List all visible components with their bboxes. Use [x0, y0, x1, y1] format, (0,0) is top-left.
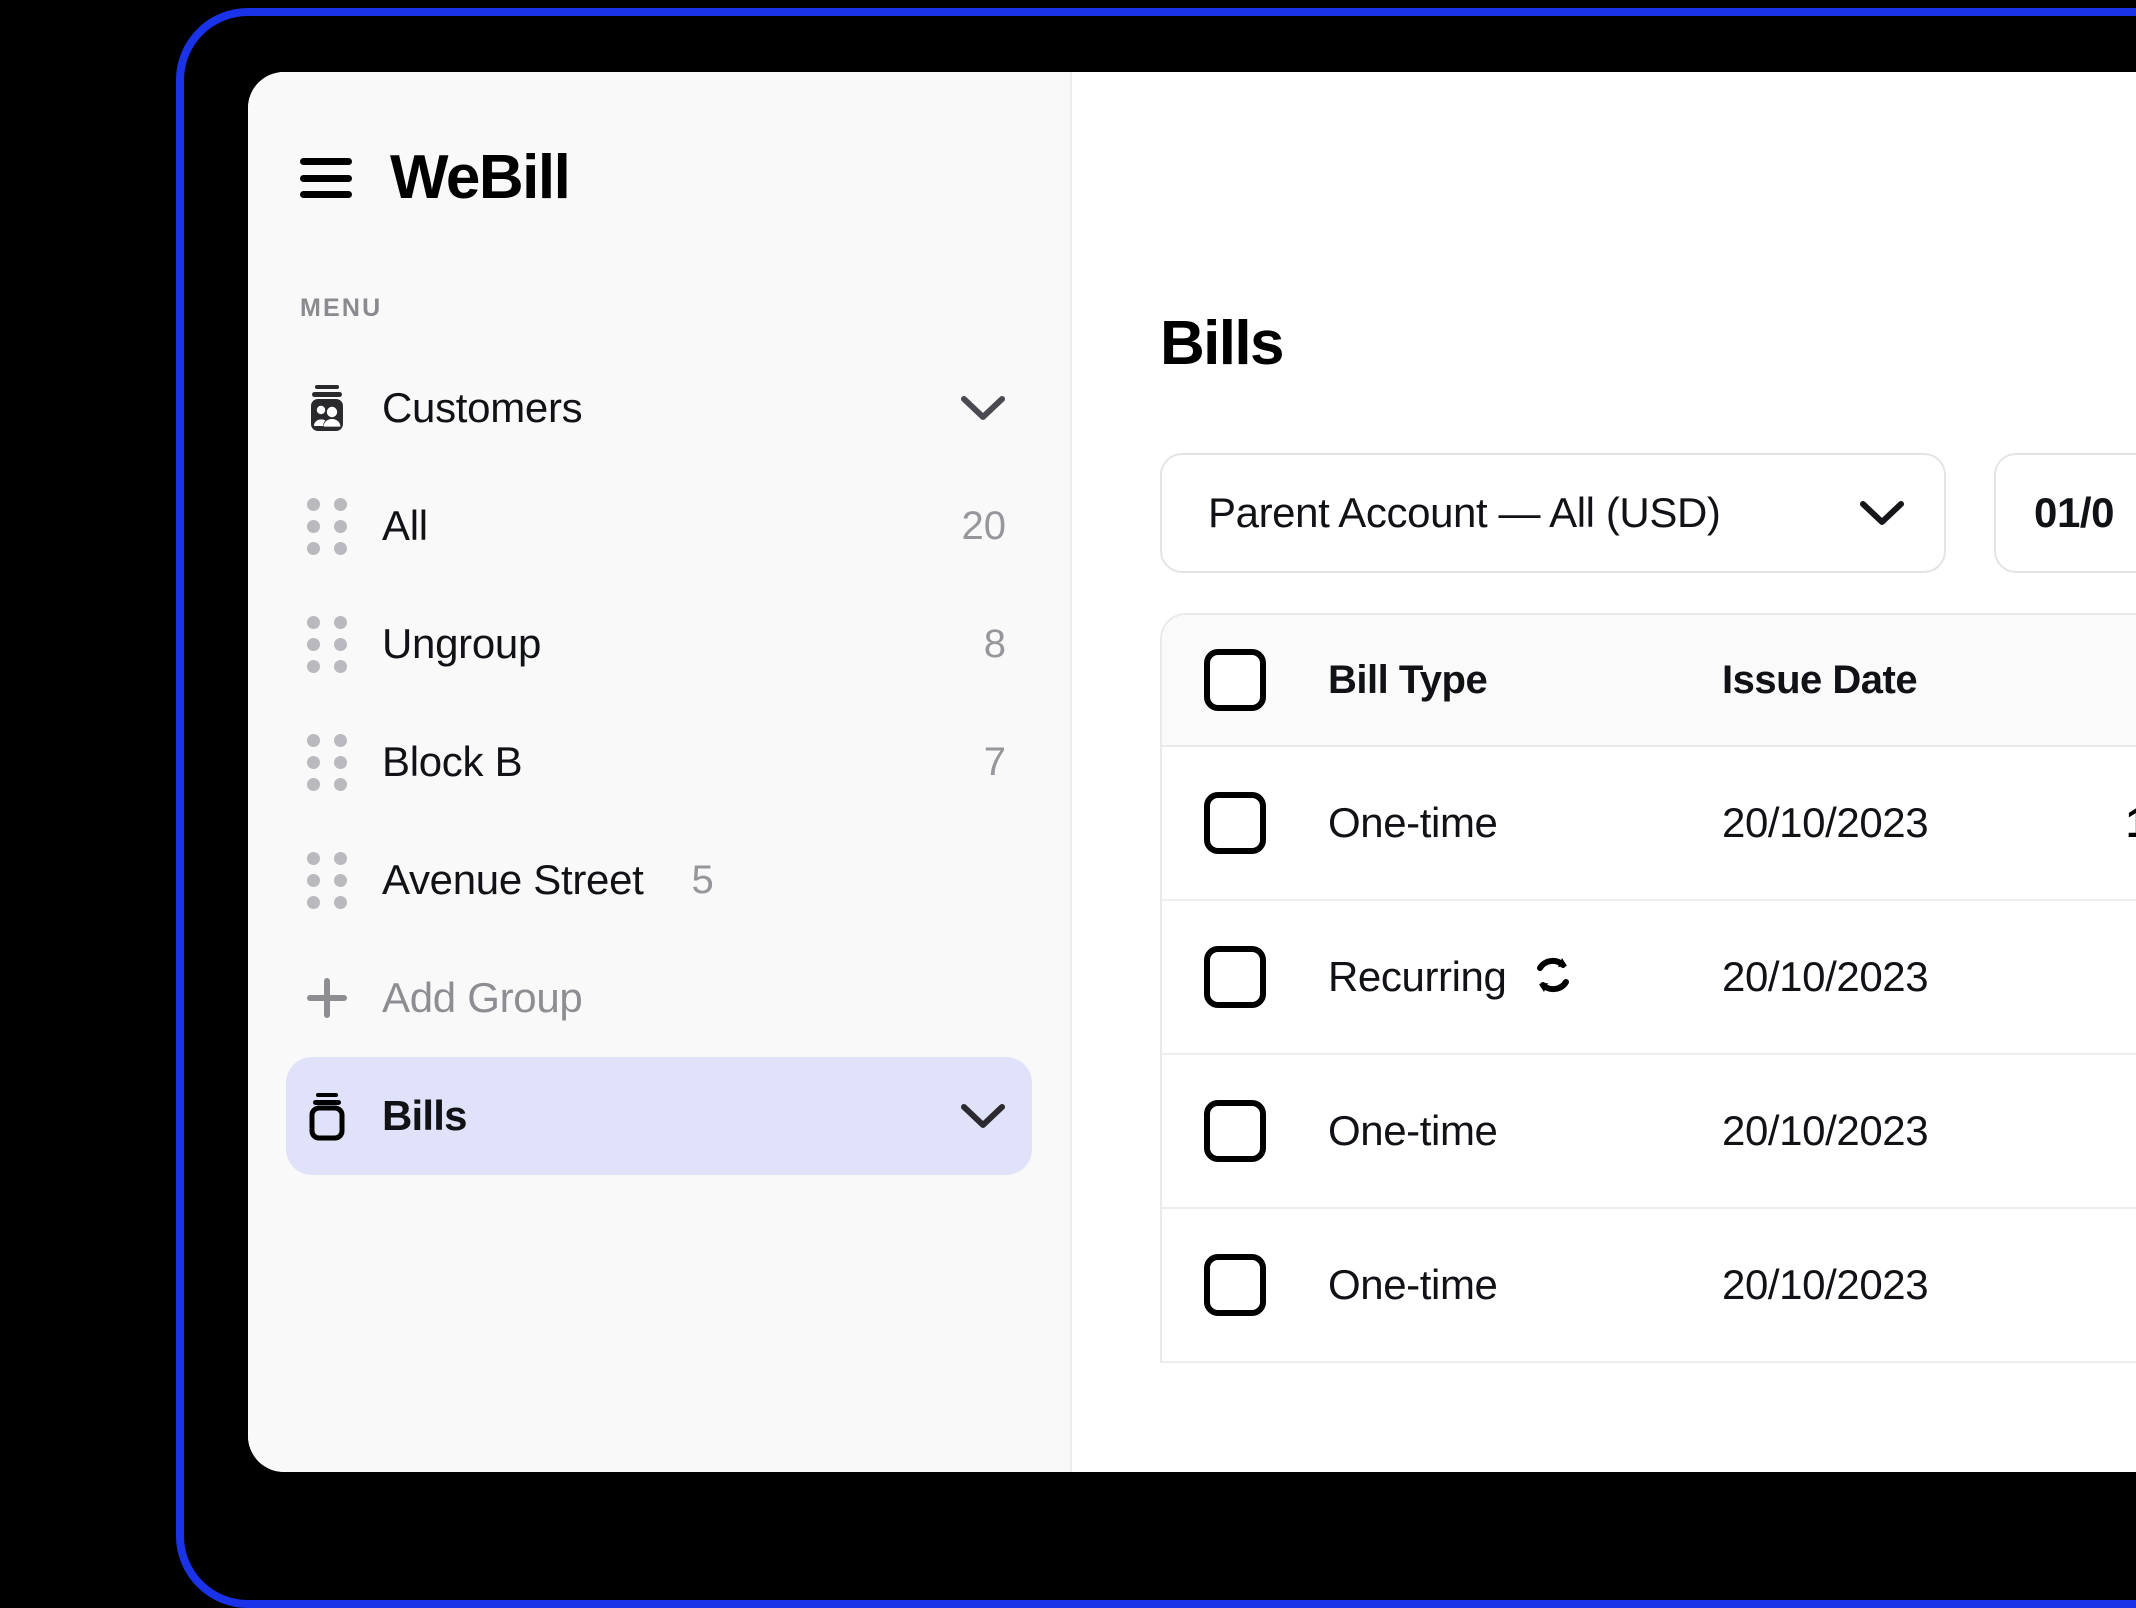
- date-input[interactable]: 01/0: [1994, 453, 2136, 573]
- table-row[interactable]: One-time 20/10/2023 12: [1162, 747, 2136, 901]
- sidebar-item-label: Customers: [382, 384, 583, 431]
- sidebar-section-label: MENU: [300, 294, 383, 322]
- bills-jar-icon: [300, 1091, 354, 1141]
- cell-bill-type: One-time: [1328, 799, 1498, 846]
- app-window: WeBill MENU Customers All 20 Ungroup 8 B…: [248, 72, 2136, 1472]
- row-checkbox[interactable]: [1204, 792, 1266, 854]
- row-checkbox-cell[interactable]: [1204, 946, 1328, 1008]
- customers-jar-icon: [300, 383, 354, 433]
- row-checkbox-cell[interactable]: [1204, 1254, 1328, 1316]
- drag-handle-icon[interactable]: [300, 851, 354, 909]
- date-value: 01/0: [2034, 489, 2115, 536]
- row-checkbox-cell[interactable]: [1204, 792, 1328, 854]
- sidebar-item-count: 8: [983, 621, 1006, 666]
- row-checkbox[interactable]: [1204, 946, 1266, 1008]
- select-all-checkbox[interactable]: [1204, 649, 1266, 711]
- cell-issue-date: 20/10/2023: [1722, 1107, 1929, 1154]
- brand-row: WeBill: [286, 72, 1032, 232]
- sidebar-item-customers[interactable]: Customers: [286, 349, 1032, 467]
- cell-issue-date: 20/10/2023: [1722, 1261, 1929, 1308]
- page-title: Bills: [1160, 309, 1285, 378]
- sidebar-item-label: Bills: [382, 1092, 468, 1139]
- row-checkbox-cell[interactable]: [1204, 1100, 1328, 1162]
- drag-handle-icon[interactable]: [300, 497, 354, 555]
- chevron-down-icon[interactable]: [960, 393, 1006, 423]
- sidebar-item-label: Avenue Street: [382, 856, 644, 903]
- cell-issue-date: 20/10/2023: [1722, 799, 1929, 846]
- sidebar-item-avenue-street[interactable]: Avenue Street 5: [286, 821, 1032, 939]
- sidebar-item-block-b[interactable]: Block B 7: [286, 703, 1032, 821]
- sidebar-item-count: 7: [983, 739, 1006, 784]
- sidebar: WeBill MENU Customers All 20 Ungroup 8 B…: [248, 72, 1072, 1472]
- chevron-down-icon[interactable]: [1814, 498, 1906, 528]
- table-header-row: Bill Type Issue Date: [1162, 615, 2136, 747]
- parent-account-value: Parent Account — All (USD): [1208, 489, 1721, 536]
- cell-bill-type: One-time: [1328, 1261, 1498, 1308]
- plus-icon: [300, 974, 354, 1022]
- sidebar-nav: Customers All 20 Ungroup 8 Block B 7 Ave…: [286, 349, 1032, 1175]
- sidebar-item-count: 5: [691, 857, 714, 902]
- sidebar-item-ungroup[interactable]: Ungroup 8: [286, 585, 1032, 703]
- sidebar-item-label: Ungroup: [382, 620, 542, 667]
- brand-name: WeBill: [390, 143, 571, 212]
- hamburger-menu-icon[interactable]: [300, 158, 352, 198]
- cell-bill-type: One-time: [1328, 1107, 1498, 1154]
- select-all-checkbox-cell[interactable]: [1204, 649, 1328, 711]
- column-header-issue-date[interactable]: Issue Date: [1722, 658, 2126, 703]
- bills-table: Bill Type Issue Date One-time 20/10/2023…: [1160, 613, 2136, 1363]
- row-checkbox[interactable]: [1204, 1254, 1266, 1316]
- sidebar-item-bills[interactable]: Bills: [286, 1057, 1032, 1175]
- cell-bill-type: Recurring: [1328, 953, 1507, 1000]
- main-content: Bills Parent Account — All (USD) 01/0 Bi…: [1072, 72, 2136, 1472]
- drag-handle-icon[interactable]: [300, 615, 354, 673]
- table-row[interactable]: One-time 20/10/2023: [1162, 1209, 2136, 1363]
- refresh-icon: [1528, 950, 1578, 1005]
- sidebar-item-count: 20: [961, 503, 1007, 548]
- filter-row: Parent Account — All (USD) 01/0: [1160, 453, 2136, 573]
- cell-amount: 12: [2126, 799, 2136, 847]
- row-checkbox[interactable]: [1204, 1100, 1266, 1162]
- cell-issue-date: 20/10/2023: [1722, 953, 1929, 1000]
- parent-account-select[interactable]: Parent Account — All (USD): [1160, 453, 1946, 573]
- add-group-label: Add Group: [382, 974, 583, 1021]
- table-row[interactable]: One-time 20/10/2023: [1162, 1055, 2136, 1209]
- cell-bill-type-wrap: Recurring: [1328, 950, 1722, 1005]
- add-group-button[interactable]: Add Group: [286, 939, 1032, 1057]
- column-header-bill-type[interactable]: Bill Type: [1328, 658, 1722, 703]
- table-row[interactable]: Recurring 20/10/2023: [1162, 901, 2136, 1055]
- chevron-down-icon[interactable]: [960, 1101, 1006, 1131]
- sidebar-item-label: All: [382, 502, 428, 549]
- sidebar-item-label: Block B: [382, 738, 523, 785]
- sidebar-item-all[interactable]: All 20: [286, 467, 1032, 585]
- drag-handle-icon[interactable]: [300, 733, 354, 791]
